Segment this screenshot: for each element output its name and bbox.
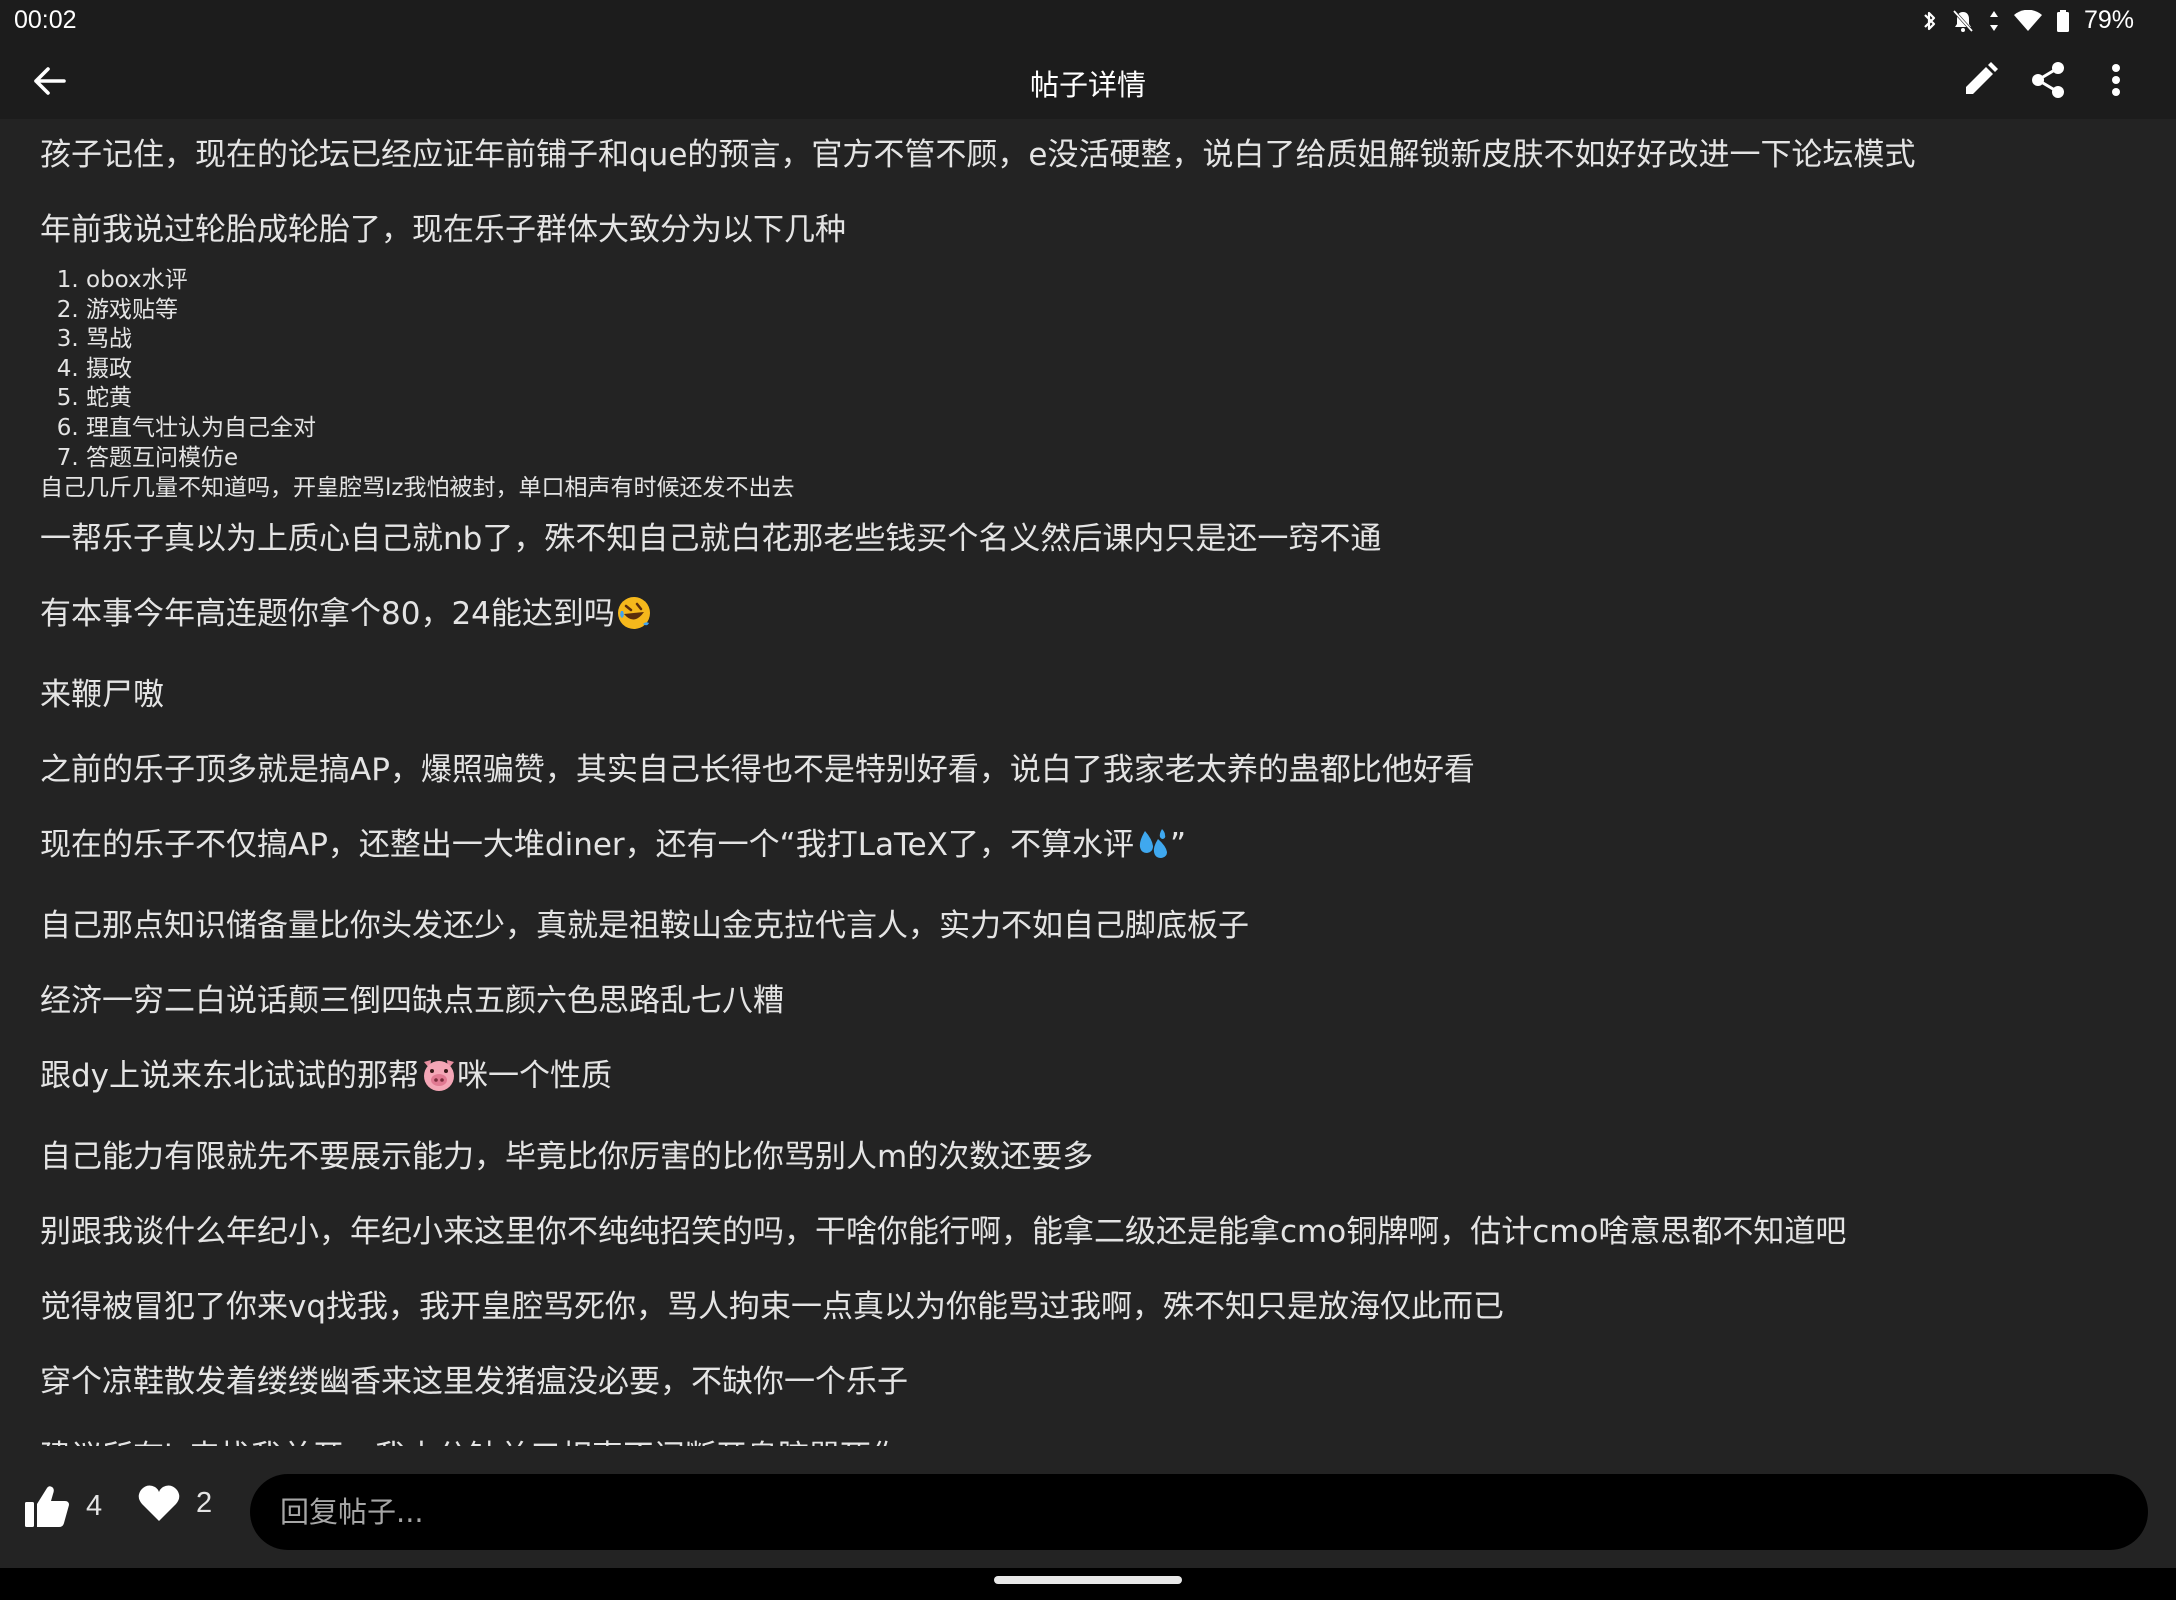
post-paragraph: 建议所有lz来找我单开，我十分钟单口相声不间断开皇腔骂死你 (40, 1435, 2136, 1446)
post-text: 现在的乐子不仅搞AP，还整出一大堆diner，还有一个“我打LaTeX了，不算水… (40, 827, 1134, 864)
rolling-laughing-emoji (617, 596, 651, 642)
pig-face-emoji (421, 1058, 457, 1104)
list-item: 蛇黄 (86, 384, 2136, 414)
more-vertical-icon (2112, 64, 2120, 96)
post-text: 咪一个性质 (457, 1058, 613, 1095)
sweat-droplets-emoji (1136, 827, 1170, 873)
toolbar-actions (1960, 58, 2136, 102)
bluetooth-icon (1922, 9, 1938, 33)
post-paragraph: 穿个凉鞋散发着缕缕幽香来这里发猪瘟没必要，不缺你一个乐子 (40, 1364, 908, 1401)
reply-bar: 4 2 (0, 1446, 2176, 1568)
edit-button[interactable] (1960, 58, 2000, 102)
post-paragraph: 自己那点知识储备量比你头发还少，真就是祖鞍山金克拉代言人，实力不如自己脚底板子 (40, 908, 1249, 945)
post-paragraph: 孩子记住，现在的论坛已经应证年前铺子和que的预言，官方不管不顾，e没活硬整，说… (40, 137, 1916, 173)
post-paragraph: 自己能力有限就先不要展示能力，毕竟比你厉害的比你骂别人m的次数还要多 (40, 1139, 1094, 1176)
post-paragraph: 来鞭尸嗷 (40, 677, 164, 714)
post-text: 有本事今年高连题你拿个80，24能达到吗 (40, 596, 615, 633)
post-paragraph: 觉得被冒犯了你来vq找我，我开皇腔骂死你，骂人拘束一点真以为你能骂过我啊，殊不知… (40, 1289, 1505, 1326)
list-item: obox水评 (86, 266, 2136, 296)
heart-icon (138, 1485, 180, 1521)
wifi-icon (2013, 9, 2042, 32)
post-paragraph: 别跟我谈什么年纪小，年纪小来这里你不纯纯招笑的吗，干啥你能行啊，能拿二级还是能拿… (40, 1214, 1847, 1251)
app-root: 00:02 79% 帖子详情 孩子记住，现在的论坛已经应证年前铺子和que的预言… (0, 0, 2176, 1600)
post-text: ” (1169, 827, 1187, 864)
post-paragraph: 有本事今年高连题你拿个80，24能达到吗 (40, 592, 2136, 642)
back-button[interactable] (24, 60, 74, 102)
arrow-left-icon (34, 67, 66, 95)
like-button[interactable]: 4 (24, 1484, 102, 1528)
status-bar: 00:02 79% (0, 0, 2176, 42)
post-paragraph: 一帮乐子真以为上质心自己就nb了，殊不知自己就白花那老些钱买个名义然后课内只是还… (40, 521, 1382, 558)
list-item: 游戏贴等 (86, 296, 2136, 326)
post-paragraph: 跟dy上说来东北试试的那帮 咪一个性质 (40, 1054, 2136, 1104)
home-gesture-handle[interactable] (994, 1576, 1182, 1584)
list-item: 骂战 (86, 325, 2136, 355)
share-button[interactable] (2028, 58, 2068, 102)
more-options-button[interactable] (2096, 58, 2136, 102)
page-title: 帖子详情 (1029, 68, 1146, 102)
thumbs-up-icon (25, 1486, 69, 1527)
battery-icon (2056, 9, 2070, 33)
battery-percent: 79% (2083, 6, 2134, 34)
favorite-count: 2 (196, 1486, 213, 1519)
post-paragraph: 年前我说过轮胎成轮胎了，现在乐子群体大致分为以下几种 (40, 212, 846, 248)
post-content[interactable]: 孩子记住，现在的论坛已经应证年前铺子和que的预言，官方不管不顾，e没活硬整，说… (0, 119, 2176, 1446)
list-item: 摄政 (86, 355, 2136, 385)
toolbar: 帖子详情 (0, 42, 2176, 119)
like-count: 4 (86, 1489, 103, 1522)
share-icon (2032, 62, 2064, 98)
list-item: 答题互问模仿e (86, 444, 2136, 474)
post-line: 自己几斤几量不知道吗，开皇腔骂lz我怕被封，单口相声有时候还发不出去 (40, 475, 795, 502)
post-text: 跟dy上说来东北试试的那帮 (40, 1058, 420, 1095)
list-item: 理直气壮认为自己全对 (86, 414, 2136, 444)
edit-icon (1966, 62, 1998, 94)
status-icons: 79% (1922, 6, 2134, 35)
navigation-bar (0, 1568, 2176, 1600)
reply-input[interactable] (250, 1474, 2148, 1550)
post-paragraph: 经济一穷二白说话颠三倒四缺点五颜六色思路乱七八糟 (40, 983, 784, 1020)
post-list: obox水评 游戏贴等 骂战 摄政 蛇黄 理直气壮认为自己全对 答题互问模仿e (40, 266, 2136, 473)
status-time: 00:02 (14, 6, 77, 34)
favorite-button[interactable]: 2 (138, 1484, 212, 1522)
data-arrows-icon (1988, 9, 2000, 33)
notifications-off-icon (1952, 9, 1974, 33)
post-paragraph: 现在的乐子不仅搞AP，还整出一大堆diner，还有一个“我打LaTeX了，不算水… (40, 823, 2136, 873)
post-paragraph: 之前的乐子顶多就是搞AP，爆照骗赞，其实自己长得也不是特别好看，说白了我家老太养… (40, 752, 1475, 789)
